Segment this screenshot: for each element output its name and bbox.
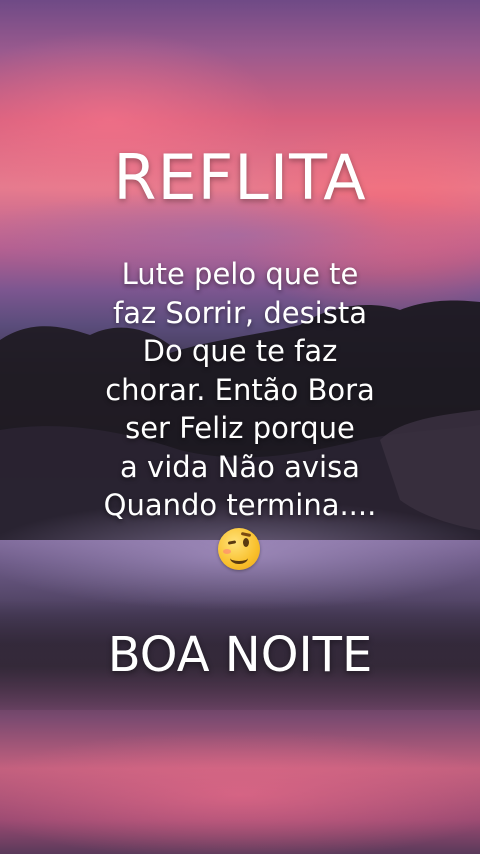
title-text: REFLITA	[113, 141, 367, 214]
message-text: Lute pelo que te faz Sorrir, desista Do …	[40, 255, 440, 525]
sunset-background: REFLITA Lute pelo que te faz Sorrir, des…	[0, 0, 480, 854]
message-line: ser Feliz porque	[125, 411, 355, 445]
winking-face-icon	[218, 528, 260, 570]
message-line: Quando termina....	[103, 488, 377, 522]
message-line: chorar. Então Bora	[105, 372, 375, 407]
message-line: Lute pelo que te	[121, 257, 359, 291]
message-line: a vida Não avisa	[120, 449, 360, 484]
message-line: faz Sorrir, desista	[113, 295, 367, 330]
closing-text: BOA NOITE	[107, 627, 373, 683]
message-line: Do que te faz	[142, 334, 338, 368]
water-reflection	[0, 730, 480, 854]
